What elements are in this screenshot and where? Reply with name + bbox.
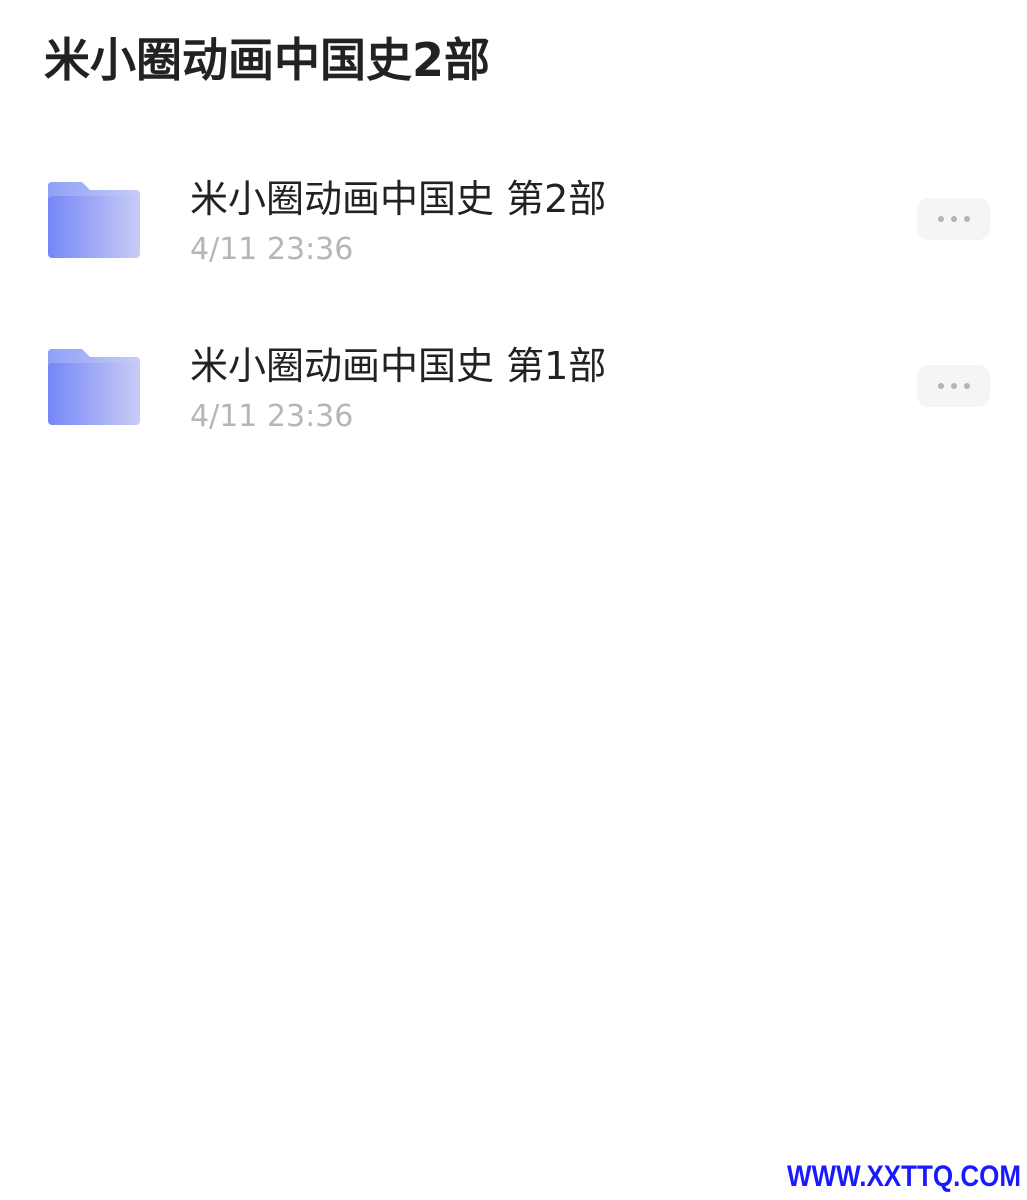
- page-title: 米小圈动画中国史2部: [44, 33, 491, 87]
- folder-list: 米小圈动画中国史 第2部 4/11 23:36 米小圈动画中国史 第1部 4/1…: [0, 160, 1027, 494]
- more-dots-icon: [937, 216, 944, 222]
- more-dots-icon: [937, 383, 944, 389]
- folder-icon: [48, 182, 140, 258]
- folder-name: 米小圈动画中国史 第2部: [190, 177, 607, 221]
- folder-icon: [48, 349, 140, 425]
- list-item[interactable]: 米小圈动画中国史 第2部 4/11 23:36: [0, 160, 1027, 327]
- folder-time: 4/11 23:36: [190, 399, 354, 434]
- watermark: WWW.XXTTQ.COM: [787, 1158, 1021, 1193]
- more-dots-icon: [963, 216, 970, 222]
- more-dots-icon: [950, 216, 957, 222]
- more-button[interactable]: [917, 198, 990, 240]
- folder-name: 米小圈动画中国史 第1部: [190, 344, 607, 388]
- more-dots-icon: [963, 383, 970, 389]
- list-item[interactable]: 米小圈动画中国史 第1部 4/11 23:36: [0, 327, 1027, 494]
- more-dots-icon: [950, 383, 957, 389]
- folder-time: 4/11 23:36: [190, 232, 354, 267]
- more-button[interactable]: [917, 365, 990, 407]
